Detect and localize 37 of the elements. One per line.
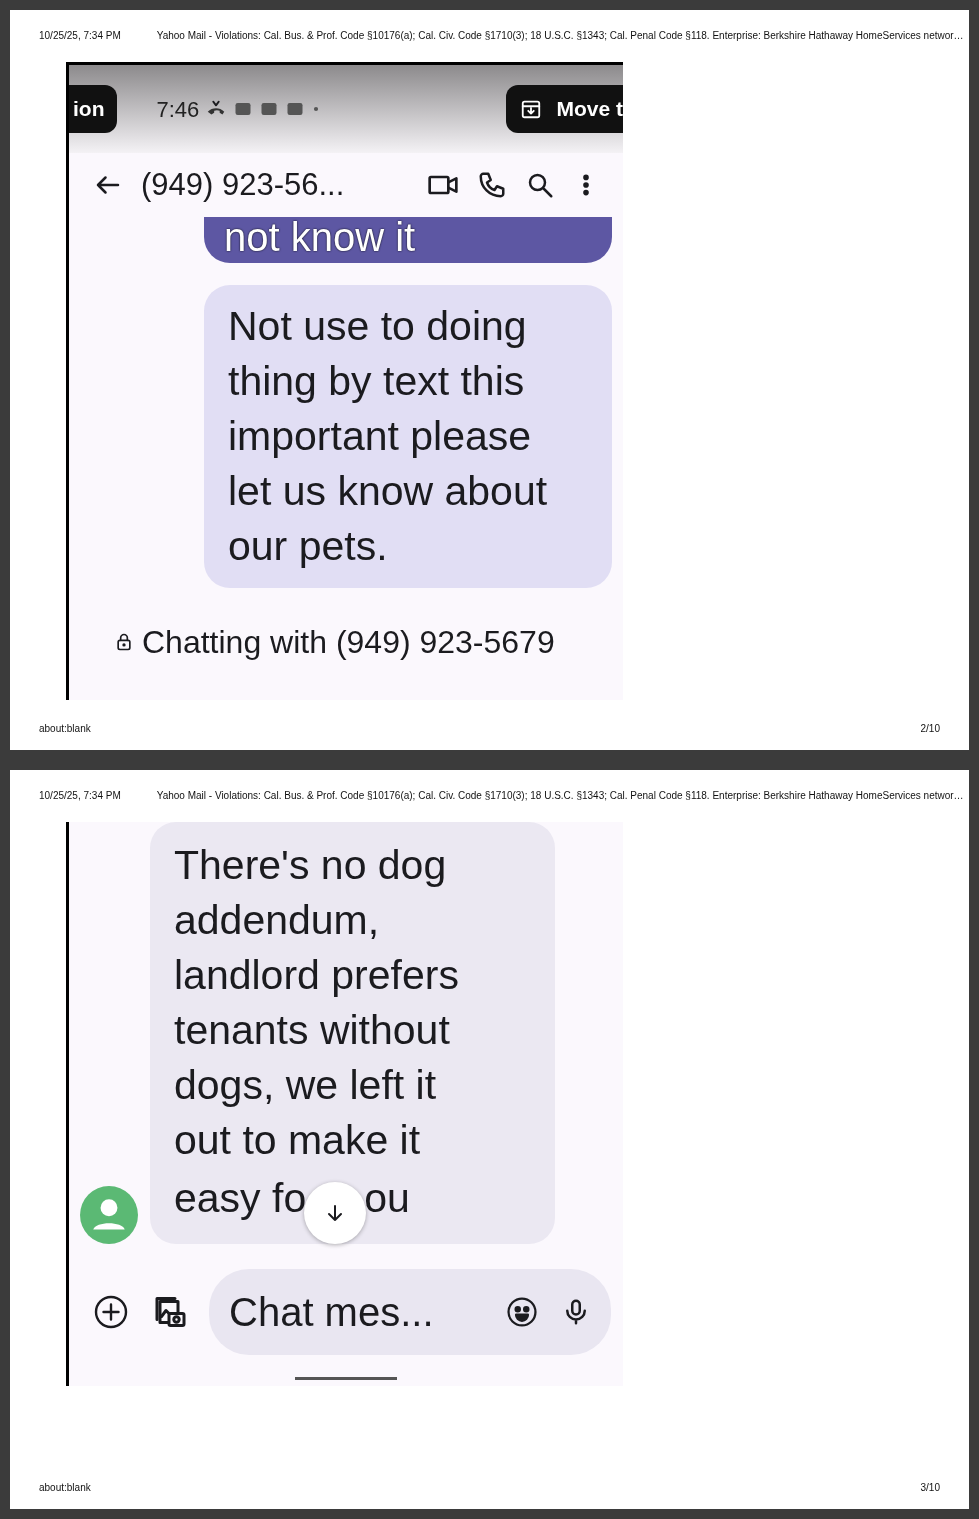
print-title: Yahoo Mail - Violations: Cal. Bus. & Prof. Code §10176(a); Cal. Civ. Code §1710(3); 18 U.S.C. §1343; Cal. Penal Code §118. Enterprise: Berkshire Hathaway HomeServices networ… <box>156 29 964 43</box>
print-title: Yahoo Mail - Violations: Cal. Bus. & Prof. Code §10176(a); Cal. Civ. Code §1710(3); 18 U.S.C. §1343; Cal. Penal Code §118. Enterprise: Berkshire Hathaway HomeServices networ… <box>156 788 964 803</box>
scroll-down-button[interactable] <box>304 1181 367 1244</box>
message-line: thing by text this <box>228 357 526 406</box>
notification-icon <box>259 100 280 118</box>
message-line: not know it <box>224 217 417 257</box>
notification-icon <box>285 100 306 118</box>
message-line: easy fo <box>174 1174 307 1223</box>
message-line: our pets. <box>228 522 389 571</box>
status-time: 7:46 <box>156 95 200 124</box>
add-icon[interactable] <box>93 1293 129 1330</box>
lock-icon <box>114 631 134 653</box>
archive-icon <box>520 98 543 120</box>
snackbar-chip[interactable]: ion <box>69 85 117 133</box>
contact-name: (949) 923-56... <box>141 165 345 204</box>
phone-icon[interactable] <box>477 170 507 200</box>
notification-icon <box>233 100 254 118</box>
page-number: 3/10 <box>920 1481 940 1495</box>
encryption-note: Chatting with (949) 923-5679 <box>142 623 555 662</box>
message-line: let us know about <box>228 467 549 516</box>
emoji-icon[interactable] <box>505 1294 539 1329</box>
message-line: important please <box>228 412 533 461</box>
message-field[interactable]: Chat mes... <box>209 1268 611 1355</box>
print-date: 10/25/25, 7:34 PM <box>39 29 121 43</box>
message-line: ou <box>364 1174 410 1223</box>
message-line: addendum, <box>174 895 381 945</box>
move-button[interactable]: Move t <box>506 85 623 133</box>
page-number: 2/10 <box>920 721 940 736</box>
print-url: about:blank <box>39 1481 91 1495</box>
message-line: tenants without <box>174 1005 451 1055</box>
message-line: Not use to doing <box>228 302 528 351</box>
message-line: dogs, we left it <box>174 1060 438 1110</box>
message-line: There's no dog <box>174 840 448 890</box>
message-line: landlord prefers <box>174 950 460 1000</box>
print-date: 10/25/25, 7:34 PM <box>39 788 121 803</box>
message-line: out to make it <box>174 1115 422 1165</box>
print-url: about:blank <box>39 721 91 736</box>
